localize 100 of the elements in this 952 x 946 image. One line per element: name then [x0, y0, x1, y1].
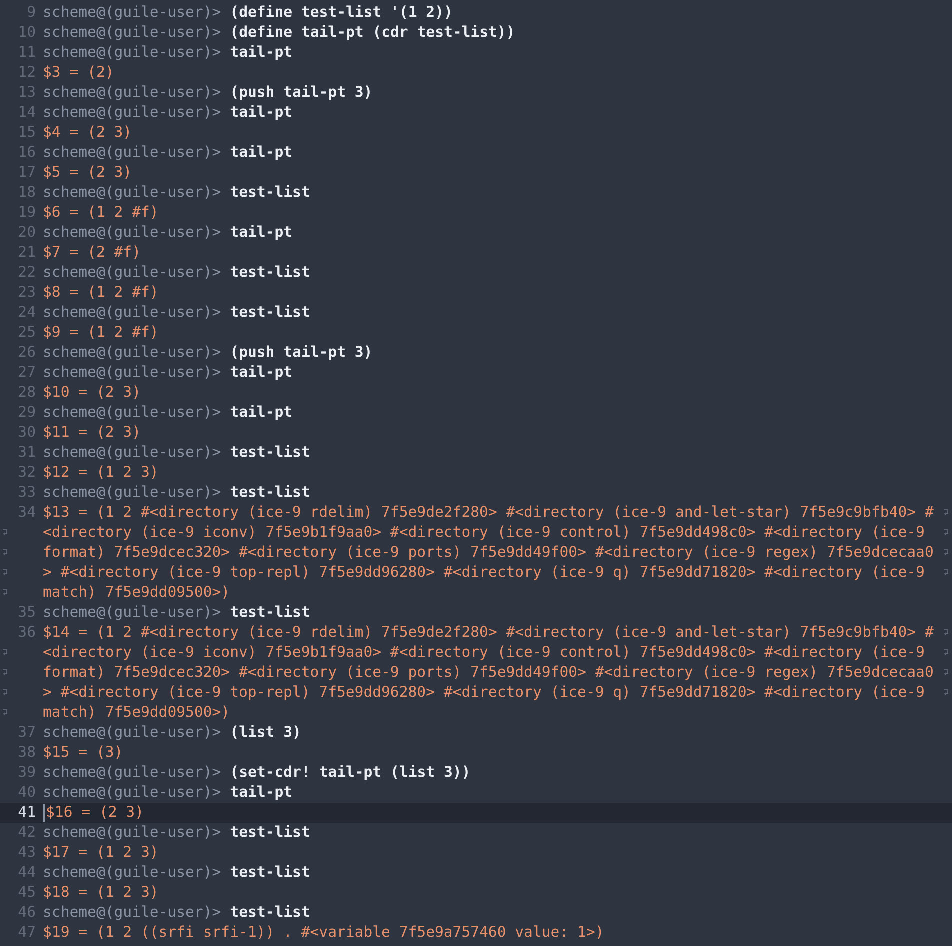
text-cursor [43, 804, 45, 822]
line-wrap-icon [2, 589, 9, 597]
command-text: tail-pt [230, 783, 293, 803]
line-number: 31 [18, 443, 36, 463]
prompt-text: scheme@(guile-user)> [43, 343, 222, 363]
line-number: 20 [18, 223, 36, 243]
line-wrap-icon [943, 629, 950, 637]
command-text: (list 3) [230, 723, 302, 743]
line-number: 35 [18, 603, 36, 623]
line-wrap-icon [943, 689, 950, 697]
line-wrap-icon [2, 709, 9, 717]
prompt-text: scheme@(guile-user)> [43, 603, 222, 623]
line-number: 22 [18, 263, 36, 283]
line-number: 40 [18, 783, 36, 803]
output-text: > #<directory (ice-9 top-repl) 7f5e9dd96280> #<directory (ice-9 q) 7f5e9dd71820> #<directory (ice-9 [43, 683, 925, 703]
line-number: 24 [18, 303, 36, 323]
prompt-text: scheme@(guile-user)> [43, 483, 222, 503]
line-number: 46 [18, 903, 36, 923]
command-text: tail-pt [230, 223, 293, 243]
command-text: test-list [230, 443, 310, 463]
prompt-text: scheme@(guile-user)> [43, 863, 222, 883]
output-text: $17 = (1 2 3) [43, 843, 159, 863]
line-wrap-icon [2, 569, 9, 577]
line-number: 44 [18, 863, 36, 883]
line-number: 33 [18, 483, 36, 503]
line-wrap-icon [2, 649, 9, 657]
line-number: 37 [18, 723, 36, 743]
line-number: 26 [18, 343, 36, 363]
output-text: $19 = (1 2 ((srfi srfi-1)) . #<variable 7f5e9a757460 value: 1>) [43, 923, 604, 943]
line-number: 18 [18, 183, 36, 203]
command-text: test-list [230, 903, 310, 923]
output-text: <directory (ice-9 iconv) 7f5e9b1f9aa0> #<directory (ice-9 control) 7f5e9dd498c0> #<directory (ice-9 [43, 523, 925, 543]
prompt-text: scheme@(guile-user)> [43, 763, 222, 783]
prompt-text: scheme@(guile-user)> [43, 223, 222, 243]
line-number: 30 [18, 423, 36, 443]
line-number: 47 [18, 923, 36, 943]
line-number: 36 [18, 623, 36, 643]
line-number: 12 [18, 63, 36, 83]
line-number: 17 [18, 163, 36, 183]
line-number: 15 [18, 123, 36, 143]
line-number: 34 [18, 503, 36, 523]
command-text: (set-cdr! tail-pt (list 3)) [230, 763, 471, 783]
command-text: (push tail-pt 3) [230, 83, 373, 103]
command-text: (define test-list '(1 2)) [230, 3, 453, 23]
output-text: $10 = (2 3) [43, 383, 141, 403]
line-number: 45 [18, 883, 36, 903]
output-text: $15 = (3) [43, 743, 124, 763]
line-number: 27 [18, 363, 36, 383]
output-text: > #<directory (ice-9 top-repl) 7f5e9dd96280> #<directory (ice-9 q) 7f5e9dd71820> #<directory (ice-9 [43, 563, 925, 583]
output-text: $12 = (1 2 3) [43, 463, 159, 483]
output-text: $11 = (2 3) [43, 423, 141, 443]
line-number: 32 [18, 463, 36, 483]
output-text: $3 = (2) [43, 63, 114, 83]
output-text: $13 = (1 2 #<directory (ice-9 rdelim) 7f5e9de2f280> #<directory (ice-9 and-let-star) 7f5e9c9bfb40> # [43, 503, 934, 523]
output-text: match) 7f5e9dd09500>) [43, 703, 230, 723]
line-wrap-icon [943, 529, 950, 537]
line-wrap-icon [2, 529, 9, 537]
output-text: match) 7f5e9dd09500>) [43, 583, 230, 603]
prompt-text: scheme@(guile-user)> [43, 23, 222, 43]
command-text: tail-pt [230, 103, 293, 123]
output-text: format) 7f5e9dcec320> #<directory (ice-9 ports) 7f5e9dd49f00> #<directory (ice-9 regex) 7f5e9dcecaa0 [43, 543, 934, 563]
prompt-text: scheme@(guile-user)> [43, 443, 222, 463]
prompt-text: scheme@(guile-user)> [43, 823, 222, 843]
output-text: $5 = (2 3) [43, 163, 132, 183]
output-text: $9 = (1 2 #f) [43, 323, 159, 343]
line-wrap-icon [2, 689, 9, 697]
line-wrap-icon [943, 549, 950, 557]
line-number: 10 [18, 23, 36, 43]
line-wrap-icon [943, 569, 950, 577]
line-number: 19 [18, 203, 36, 223]
line-wrap-icon [943, 509, 950, 517]
output-text: $8 = (1 2 #f) [43, 283, 159, 303]
line-number: 16 [18, 143, 36, 163]
prompt-text: scheme@(guile-user)> [43, 103, 222, 123]
prompt-text: scheme@(guile-user)> [43, 903, 222, 923]
line-number: 21 [18, 243, 36, 263]
line-number: 38 [18, 743, 36, 763]
command-text: test-list [230, 263, 310, 283]
command-text: test-list [230, 863, 310, 883]
line-number: 23 [18, 283, 36, 303]
prompt-text: scheme@(guile-user)> [43, 403, 222, 423]
prompt-text: scheme@(guile-user)> [43, 83, 222, 103]
prompt-text: scheme@(guile-user)> [43, 3, 222, 23]
output-text: $16 = (2 3) [46, 803, 144, 823]
line-wrap-icon [943, 669, 950, 677]
command-text: test-list [230, 303, 310, 323]
command-text: test-list [230, 603, 310, 623]
line-wrap-icon [2, 549, 9, 557]
line-number: 41 [18, 803, 36, 823]
line-number: 42 [18, 823, 36, 843]
output-text: $7 = (2 #f) [43, 243, 141, 263]
command-text: tail-pt [230, 143, 293, 163]
line-number: 29 [18, 403, 36, 423]
command-text: tail-pt [230, 363, 293, 383]
line-number: 43 [18, 843, 36, 863]
command-text: (define tail-pt (cdr test-list)) [230, 23, 516, 43]
command-text: tail-pt [230, 43, 293, 63]
output-text: $6 = (1 2 #f) [43, 203, 159, 223]
prompt-text: scheme@(guile-user)> [43, 143, 222, 163]
line-number: 9 [27, 3, 36, 23]
